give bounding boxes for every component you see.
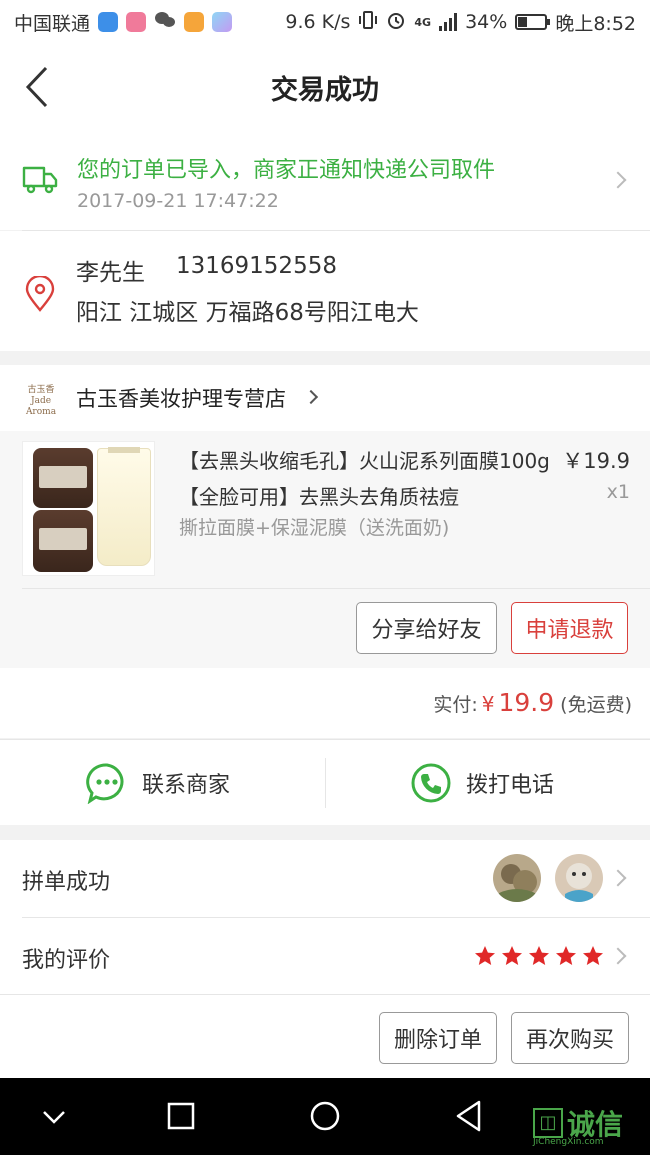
group-buy-label: 拼单成功 [22,870,111,895]
hide-keyboard-icon[interactable] [40,1098,68,1134]
recipient-address: 阳江 江城区 万福路68号阳江电大 [76,300,419,326]
clock-time: 晚上8:52 [555,12,636,35]
recipient-name: 李先生 [76,260,145,286]
avatar [555,854,603,902]
location-pin-icon [25,276,55,312]
star-icon [502,946,522,965]
recipient-phone: 13169152558 [176,253,337,279]
phone-icon [411,763,451,803]
contact-merchant-button[interactable]: 联系商家 [86,740,230,826]
logistics-time: 2017-09-21 17:47:22 [77,190,279,212]
product-spec: 撕拉面膜+保湿泥膜（送洗面奶) [179,517,450,539]
divider [325,758,326,808]
store-logo: 古玉香 Jade Aroma [25,385,57,417]
watermark-logo: ◫ 诚信 JiChengXin.com [533,1103,623,1147]
chat-bubble-icon [86,763,124,804]
buy-again-button[interactable]: 再次购买 [511,1012,629,1064]
avatar [493,854,541,902]
video-app-icon [184,12,205,32]
store-row[interactable]: 古玉香 Jade Aroma 古玉香美妆护理专营店 [0,365,650,431]
logistics-message: 您的订单已导入，商家正通知快递公司取件 [77,158,496,183]
star-icon [583,946,603,965]
payment-summary: 实付: ¥ 19.9 (免运费) [0,668,650,738]
review-label: 我的评价 [22,948,111,973]
contact-merchant-label: 联系商家 [142,773,231,798]
product-item: 【去黑头收缩毛孔】火山泥系列面膜100g【全脸可用】去黑头去角质祛痘 撕拉面膜+… [0,431,650,668]
star-icon [556,946,576,965]
order-extra-rows: 拼单成功 我的评价 [0,840,650,994]
recent-apps-icon[interactable] [166,1098,196,1134]
back-icon[interactable] [454,1098,484,1134]
logistics-row[interactable]: 您的订单已导入，商家正通知快递公司取件 2017-09-21 17:47:22 [0,130,650,230]
delete-order-button[interactable]: 删除订单 [379,1012,497,1064]
call-label: 拨打电话 [466,773,555,798]
chevron-right-icon [609,947,627,965]
wechat-icon [154,10,176,35]
group-buy-row[interactable]: 拼单成功 [0,840,650,917]
battery-icon [515,14,551,30]
back-button[interactable] [22,64,58,110]
alarm-icon [386,10,406,35]
chevron-right-icon [609,171,627,189]
battery-percent: 34% [465,11,508,33]
star-rating [474,945,604,966]
divider [22,588,650,589]
currency-symbol: ¥ [481,692,495,716]
review-row[interactable]: 我的评价 [0,918,650,995]
network-speed: 9.6 K/s [285,11,351,33]
paid-label: 实付: [433,694,478,716]
contact-bar: 联系商家 拨打电话 [0,739,650,825]
chevron-right-icon [609,869,627,887]
chevron-right-icon [303,389,319,405]
shipping-note: (免运费) [560,694,632,716]
status-bar: 中国联通 9.6 K/s 4G 34% 晚上8:52 [0,0,650,44]
product-title[interactable]: 【去黑头收缩毛孔】火山泥系列面膜100g【全脸可用】去黑头去角质祛痘 [179,443,554,515]
chat-app-icon [126,12,147,32]
star-icon [529,946,549,965]
carrier-label: 中国联通 [14,12,91,35]
store-name: 古玉香美妆护理专营店 [76,387,286,411]
share-button[interactable]: 分享给好友 [356,602,497,654]
page-title: 交易成功 [271,74,379,106]
pen-app-icon [212,12,233,32]
truck-icon [22,166,58,194]
watermark-icon: ◫ [533,1108,563,1138]
call-button[interactable]: 拨打电话 [410,740,554,826]
back-arrow-icon [25,66,48,108]
paid-amount: 19.9 [498,688,555,717]
vibrate-icon [358,10,378,35]
shipping-address: 李先生 13169152558 阳江 江城区 万福路68号阳江电大 [0,231,650,351]
star-icon [475,946,495,965]
product-price: ￥19.9 [562,449,630,473]
home-icon[interactable] [308,1098,342,1134]
product-image[interactable] [22,441,155,576]
refund-button[interactable]: 申请退款 [511,602,628,654]
signal-icon [439,13,458,31]
order-actions: 删除订单 再次购买 [0,994,650,1078]
product-quantity: x1 [606,481,630,503]
watermark-subtext: JiChengXin.com [533,1137,604,1147]
shield-app-icon [98,12,119,32]
network-type: 4G [414,15,432,29]
title-bar: 交易成功 [0,44,650,130]
